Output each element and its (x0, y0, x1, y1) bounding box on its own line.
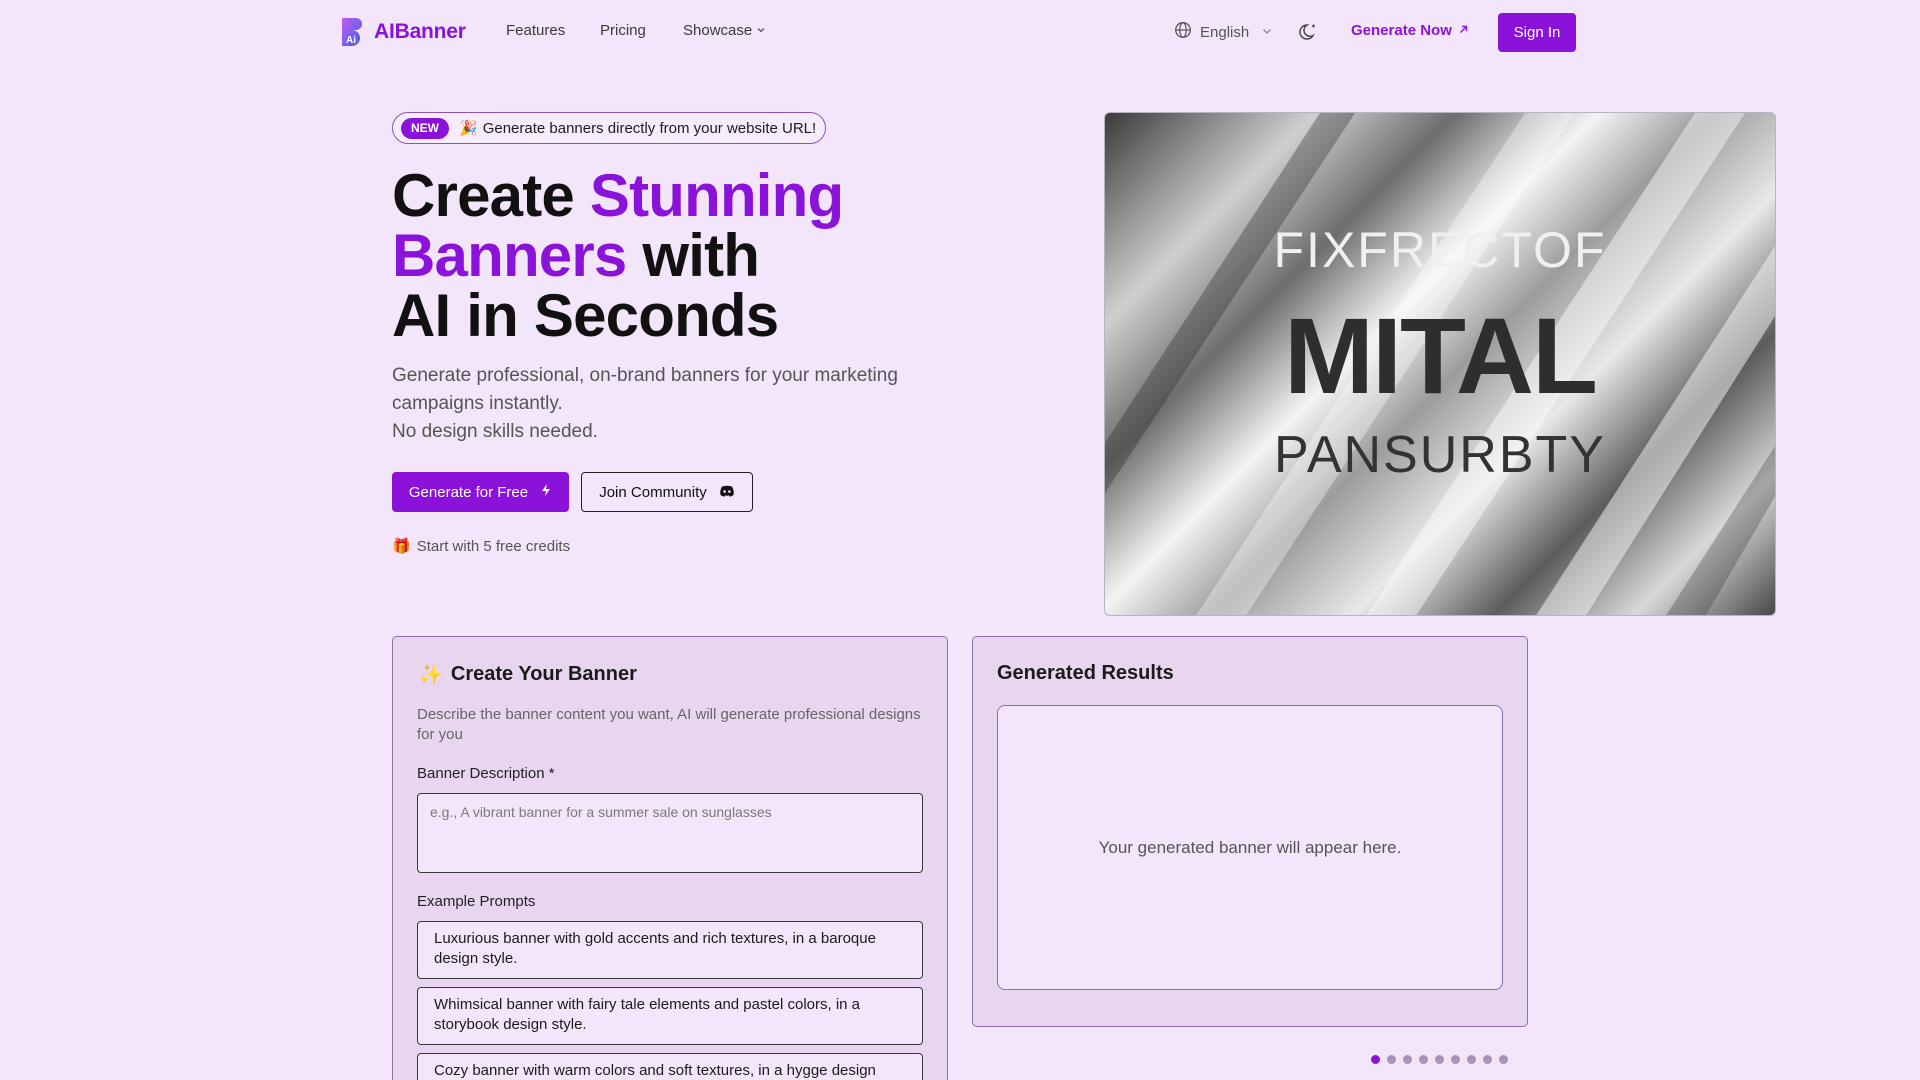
nav-link-features[interactable]: Features (506, 22, 565, 39)
carousel-dot[interactable] (1419, 1055, 1428, 1064)
create-banner-title-label: Create Your Banner (450, 663, 637, 685)
carousel-dot[interactable] (1483, 1055, 1492, 1064)
lightning-icon (540, 483, 552, 501)
banner-image-text-line2: MITAL (1284, 295, 1598, 416)
free-credits-label: Start with 5 free credits (416, 537, 571, 555)
hero-subtitle-line1: Generate professional, on-brand banners … (392, 365, 898, 386)
join-community-button[interactable]: Join Community (581, 472, 753, 512)
example-prompt-2[interactable]: Whimsical banner with fairy tale element… (417, 987, 923, 1045)
chevron-down-icon (756, 22, 766, 39)
hero-title: Create Stunning Banners with AI in Secon… (392, 166, 952, 346)
announcement-badge[interactable]: NEW 🎉 Generate banners directly from you… (392, 112, 826, 144)
gift-icon: 🎁 (392, 538, 411, 555)
sign-in-button[interactable]: Sign In (1498, 13, 1576, 52)
carousel-dot[interactable] (1403, 1055, 1412, 1064)
generate-for-free-label: Generate for Free (408, 483, 529, 501)
carousel-dots (1371, 1055, 1508, 1064)
brand-logo[interactable]: Ai AIBanner (338, 16, 466, 48)
hero-subtitle: Generate professional, on-brand banners … (392, 362, 952, 446)
generate-now-label: Generate Now (1351, 22, 1452, 39)
hero-subtitle-line2: campaigns instantly. (392, 393, 563, 414)
example-prompt-1[interactable]: Luxurious banner with gold accents and r… (417, 921, 923, 979)
free-credits-note: 🎁 Start with 5 free credits (392, 537, 571, 556)
carousel-dot[interactable] (1467, 1055, 1476, 1064)
party-popper-icon: 🎉 (459, 120, 478, 137)
hero-title-part2: with (626, 222, 760, 289)
example-prompts-label: Example Prompts (417, 893, 536, 910)
banner-image-text-line1: FIXFRECTOF (1273, 222, 1607, 278)
new-pill: NEW (401, 117, 449, 139)
generated-results-placeholder-text: Your generated banner will appear here. (1098, 837, 1402, 857)
hero-banner-image: FIXFRECTOF MITAL PANSURBTY (1104, 112, 1776, 616)
create-banner-description: Describe the banner content you want, AI… (417, 706, 921, 743)
announcement-label: Generate banners directly from your webs… (482, 119, 817, 137)
banner-image-text-line3: PANSURBTY (1274, 426, 1606, 484)
carousel-dot[interactable] (1387, 1055, 1396, 1064)
generated-results-placeholder: Your generated banner will appear here. (997, 705, 1503, 990)
generate-for-free-button[interactable]: Generate for Free (392, 472, 569, 512)
sparkles-icon: ✨ (418, 664, 443, 686)
banner-description-input[interactable] (417, 793, 923, 873)
carousel-dot[interactable] (1451, 1055, 1460, 1064)
banner-description-label: Banner Description * (417, 765, 555, 782)
theme-toggle-moon-icon[interactable] (1298, 21, 1320, 43)
top-navbar: Ai AIBanner Features Pricing Showcase En… (0, 0, 1920, 64)
example-prompt-3[interactable]: Cozy banner with warm colors and soft te… (417, 1053, 923, 1080)
nav-link-showcase[interactable]: Showcase (683, 22, 766, 39)
carousel-dot[interactable] (1371, 1055, 1380, 1064)
hero-title-part1: Create (392, 162, 590, 229)
generate-now-link[interactable]: Generate Now (1351, 22, 1469, 39)
join-community-label: Join Community (599, 483, 707, 501)
carousel-dot[interactable] (1435, 1055, 1444, 1064)
svg-text:Ai: Ai (346, 35, 356, 46)
logo-icon: Ai (338, 16, 366, 48)
hero-subtitle-line3: No design skills needed. (392, 421, 598, 442)
discord-icon (719, 484, 735, 501)
hero-title-accent2: Banners (392, 222, 627, 289)
nav-link-pricing[interactable]: Pricing (600, 22, 646, 39)
carousel-dot[interactable] (1499, 1055, 1508, 1064)
language-label: English (1200, 23, 1250, 41)
arrow-up-right-icon (1458, 22, 1469, 39)
globe-icon (1174, 21, 1192, 43)
announcement-text: 🎉 Generate banners directly from your we… (459, 119, 817, 138)
generated-results-title: Generated Results (997, 662, 1174, 684)
hero-title-accent1: Stunning (589, 162, 844, 229)
nav-link-showcase-label: Showcase (683, 22, 753, 39)
chevron-down-icon (1261, 24, 1273, 41)
create-banner-title: ✨ Create Your Banner (418, 662, 637, 687)
brand-name: AIBanner (374, 20, 466, 43)
language-selector[interactable]: English (1174, 21, 1273, 43)
hero-title-line3: AI in Seconds (392, 282, 779, 349)
